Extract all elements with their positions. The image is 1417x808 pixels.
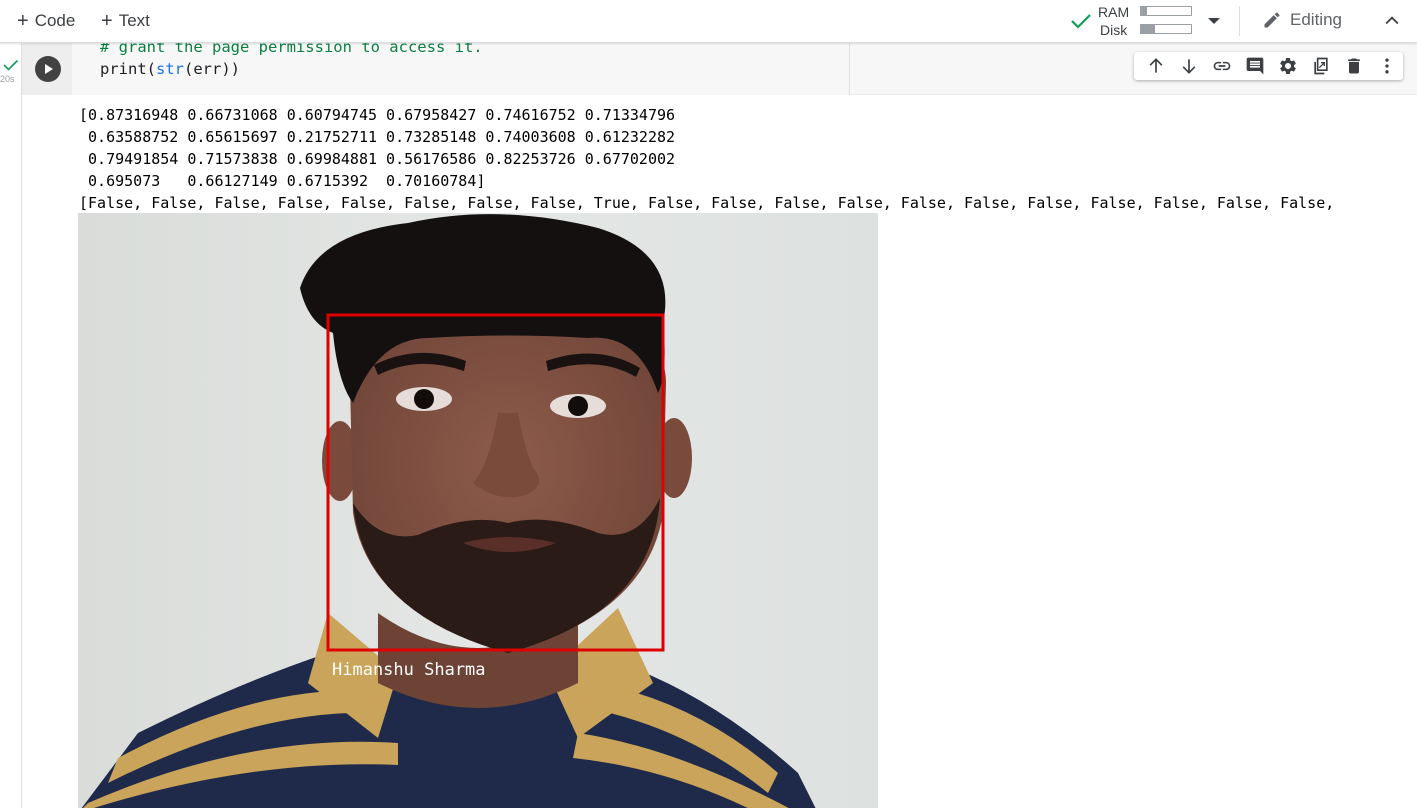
chevron-down-icon[interactable] — [1208, 18, 1220, 24]
editing-mode-button[interactable]: Editing — [1262, 10, 1342, 30]
comment-button[interactable] — [1239, 52, 1272, 80]
link-icon — [1213, 61, 1231, 71]
check-icon — [1071, 14, 1091, 29]
face-recognition-image: Himanshu Sharma — [78, 213, 878, 808]
pupil — [568, 396, 588, 416]
arrow-up-icon — [1150, 58, 1163, 73]
ram-meter — [1140, 6, 1192, 16]
more-vert-icon — [1384, 58, 1389, 74]
disk-label: Disk — [1100, 22, 1128, 38]
output-line: 0.63588752 0.65615697 0.21752711 0.73285… — [79, 128, 676, 146]
code-editor[interactable]: # grant the page permission to access it… — [72, 43, 850, 95]
resource-monitor[interactable]: RAM Disk — [1068, 3, 1228, 39]
cell-toolbar — [1134, 52, 1403, 80]
chevron-up-icon — [1385, 16, 1399, 25]
ram-meter-fill — [1141, 7, 1147, 15]
ram-label: RAM — [1098, 4, 1130, 20]
disk-meter — [1140, 24, 1192, 34]
link-cell-button[interactable] — [1206, 52, 1239, 80]
output-line: 0.695073 0.66127149 0.6715392 0.70160784… — [79, 172, 486, 190]
trash-icon — [1347, 58, 1360, 74]
toolbar-divider — [1239, 6, 1240, 36]
add-text-label: Text — [118, 11, 150, 30]
arrow-down-icon — [1182, 59, 1196, 74]
plus-icon: + — [101, 10, 113, 32]
cell-gutter — [0, 43, 22, 808]
editing-label: Editing — [1290, 10, 1342, 29]
execution-time: 20s — [0, 74, 15, 84]
mirror-cell-button[interactable] — [1304, 52, 1337, 80]
output-line: 0.79491854 0.71573838 0.69984881 0.56176… — [79, 150, 676, 168]
run-cell-button[interactable] — [35, 56, 61, 82]
code-line: print(str(err)) — [100, 60, 240, 78]
output-line: [0.87316948 0.66731068 0.60794745 0.6795… — [79, 106, 676, 124]
mirror-cell-icon — [1314, 57, 1328, 75]
plus-icon: + — [17, 10, 29, 32]
pencil-icon — [1264, 12, 1280, 28]
output-line: [False, False, False, False, False, Fals… — [79, 194, 1335, 212]
play-icon — [45, 64, 53, 74]
code-comment-line: # grant the page permission to access it… — [100, 43, 483, 56]
move-cell-up-button[interactable] — [1140, 52, 1173, 80]
collapse-header-button[interactable] — [1382, 11, 1402, 36]
move-cell-down-button[interactable] — [1173, 52, 1206, 80]
run-gutter — [22, 43, 72, 95]
cell-output: [0.87316948 0.66731068 0.60794745 0.6795… — [22, 95, 1417, 808]
disk-meter-fill — [1141, 25, 1155, 33]
add-code-button[interactable]: + Code — [17, 10, 75, 32]
check-icon — [3, 59, 19, 71]
more-actions-button[interactable] — [1370, 52, 1403, 80]
add-text-button[interactable]: + Text — [101, 10, 150, 32]
comment-icon — [1246, 57, 1264, 75]
face-label: Himanshu Sharma — [332, 660, 486, 680]
pupil — [414, 389, 434, 409]
gear-icon — [1280, 57, 1296, 74]
delete-cell-button[interactable] — [1337, 52, 1370, 80]
add-code-label: Code — [34, 11, 76, 30]
cell-settings-button[interactable] — [1272, 52, 1305, 80]
notebook-toolbar: + Code + Text RAM Disk Editing — [0, 0, 1417, 43]
